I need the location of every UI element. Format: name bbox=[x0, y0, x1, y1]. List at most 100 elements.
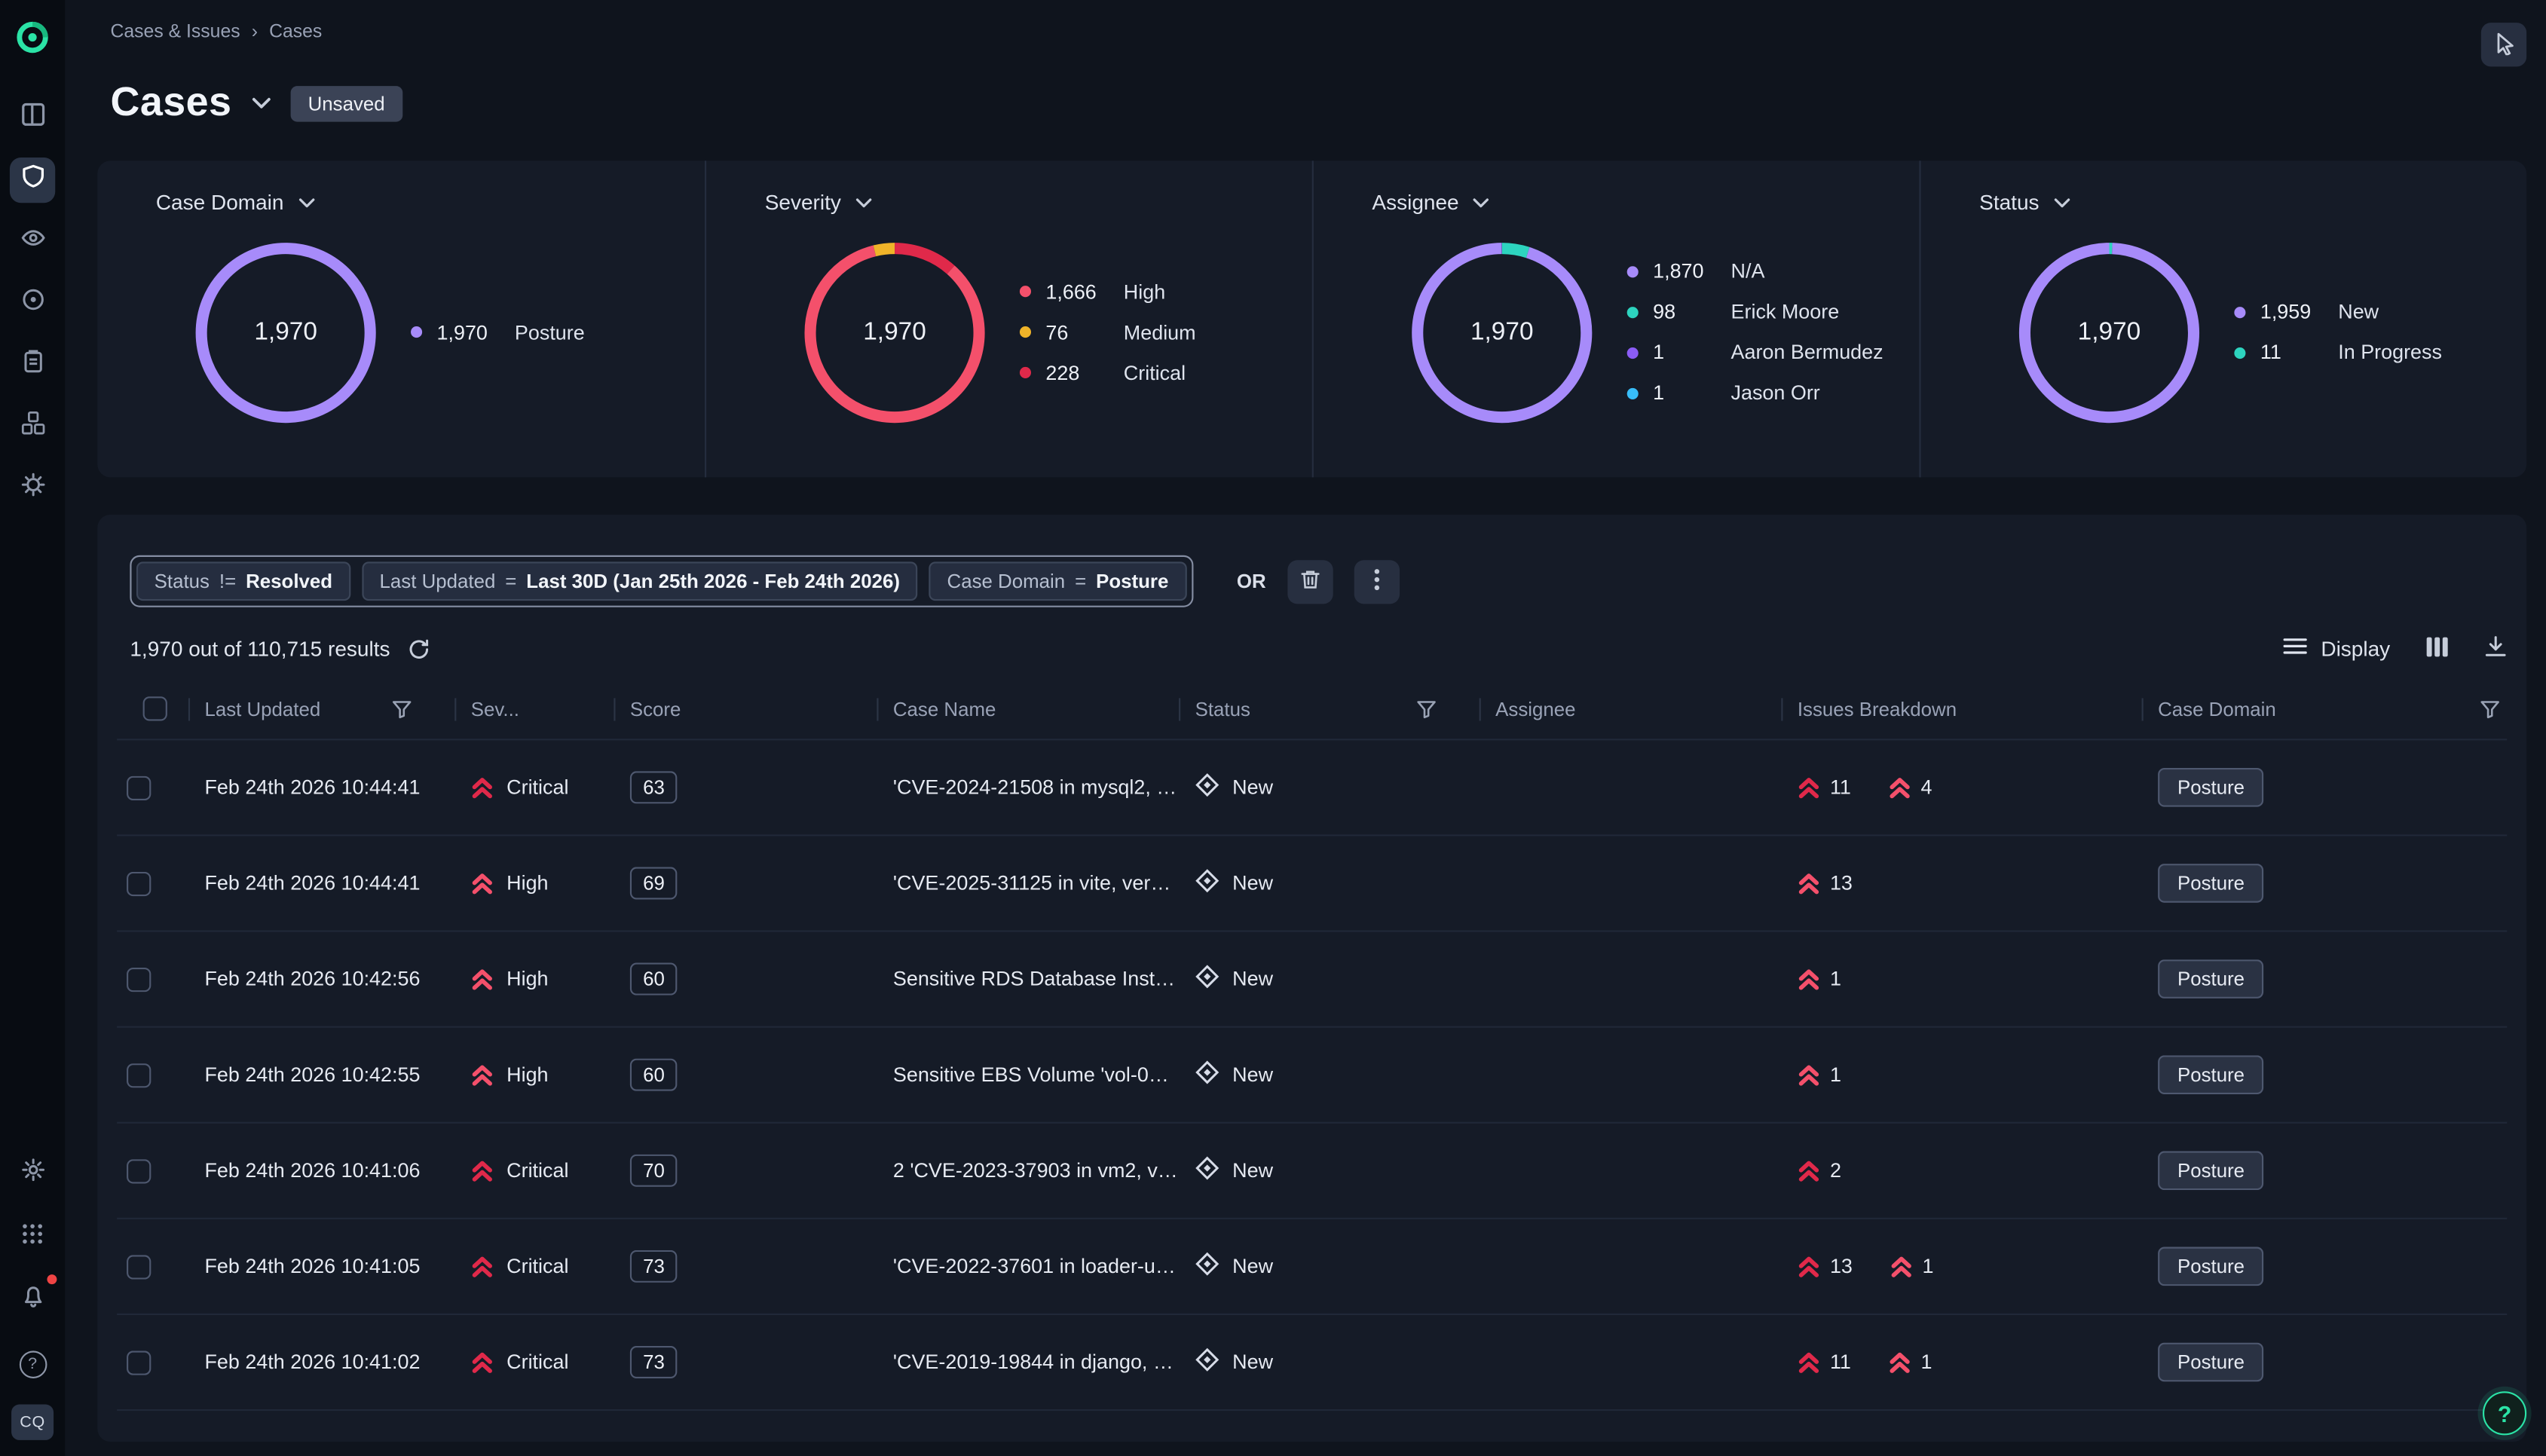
row-checkbox[interactable] bbox=[127, 1158, 151, 1182]
select-all-cell bbox=[117, 679, 188, 739]
brand-logo-icon[interactable] bbox=[14, 20, 50, 63]
column-header-case-domain[interactable]: Case Domain bbox=[2142, 679, 2508, 739]
breadcrumb-separator: › bbox=[252, 23, 258, 42]
delete-filter-button[interactable] bbox=[1287, 559, 1333, 603]
legend-label: High bbox=[1124, 280, 1165, 303]
chart-legend: 1,666High76Medium228Critical bbox=[1020, 280, 1196, 384]
column-header-case-name[interactable]: Case Name bbox=[877, 679, 1179, 739]
chevron-down-icon[interactable] bbox=[298, 197, 315, 207]
cell-case-domain: Posture bbox=[2142, 1055, 2508, 1094]
table-row[interactable]: Feb 24th 2026 10:42:56High60Sensitive RD… bbox=[117, 932, 2507, 1028]
table-row[interactable]: Feb 24th 2026 10:44:41Critical63'CVE-202… bbox=[117, 740, 2507, 836]
select-all-checkbox[interactable] bbox=[143, 696, 167, 720]
cell-issues-breakdown: 13 bbox=[1781, 872, 2141, 895]
issue-count-value: 11 bbox=[1830, 776, 1851, 799]
refresh-icon[interactable] bbox=[408, 638, 430, 660]
sidebar-item-cases[interactable] bbox=[10, 158, 55, 203]
cell-status: New bbox=[1179, 965, 1480, 994]
column-header-sev[interactable]: Sev... bbox=[454, 679, 614, 739]
sidebar-item-threats[interactable] bbox=[10, 466, 55, 511]
row-checkbox[interactable] bbox=[127, 1254, 151, 1278]
cell-case-domain: Posture bbox=[2142, 1247, 2508, 1286]
case-name-link[interactable]: 'CVE-2019-19844 in django, … bbox=[893, 1350, 1174, 1373]
sidebar-item-inventory[interactable] bbox=[10, 404, 55, 449]
filter-chip-status[interactable]: Status!=Resolved bbox=[136, 561, 350, 601]
table-row[interactable]: Feb 24th 2026 10:41:06Critical702 'CVE-2… bbox=[117, 1124, 2507, 1219]
column-header-last-updated[interactable]: Last Updated bbox=[188, 679, 454, 739]
issue-count-high: 1 bbox=[1888, 1350, 1932, 1373]
cell-case-domain: Posture bbox=[2142, 864, 2508, 903]
case-name-link[interactable]: 'CVE-2022-37601 in loader-u… bbox=[893, 1255, 1176, 1277]
table-row[interactable]: Feb 24th 2026 10:41:05Critical73'CVE-202… bbox=[117, 1219, 2507, 1315]
pointer-tool-button[interactable] bbox=[2481, 23, 2526, 66]
settings-button[interactable] bbox=[10, 1151, 55, 1196]
row-checkbox[interactable] bbox=[127, 1063, 151, 1087]
column-header-status[interactable]: Status bbox=[1179, 679, 1480, 739]
apps-button[interactable] bbox=[10, 1214, 55, 1259]
columns-button[interactable] bbox=[2426, 635, 2449, 661]
case-name-link[interactable]: Sensitive RDS Database Insta… bbox=[893, 968, 1179, 990]
filter-more-options-button[interactable] bbox=[1354, 559, 1399, 603]
chart-body: 1,9701,666High76Medium228Critical bbox=[765, 214, 1312, 449]
download-button[interactable] bbox=[2484, 635, 2507, 662]
chart-header-severity[interactable]: Severity bbox=[765, 190, 1312, 214]
chevron-down-icon[interactable] bbox=[855, 197, 872, 207]
chevron-down-icon[interactable] bbox=[1473, 197, 1490, 207]
table-row[interactable]: Feb 24th 2026 10:41:02Critical73'CVE-201… bbox=[117, 1315, 2507, 1411]
chevron-down-icon[interactable] bbox=[2054, 197, 2070, 207]
chart-header-case-domain[interactable]: Case Domain bbox=[156, 190, 705, 214]
help-button[interactable]: ? bbox=[2483, 1391, 2526, 1435]
legend-dot bbox=[1627, 265, 1639, 277]
app-root: ? CQ Cases & Issues › Cases Cases Unsave… bbox=[0, 0, 2546, 1456]
table-row[interactable]: Feb 24th 2026 10:44:41High69'CVE-2025-31… bbox=[117, 836, 2507, 931]
filter-icon[interactable] bbox=[1416, 699, 1437, 718]
display-button[interactable]: Display bbox=[2284, 637, 2390, 661]
column-header-assignee[interactable]: Assignee bbox=[1480, 679, 1782, 739]
notifications-button[interactable] bbox=[10, 1277, 55, 1323]
filter-icon[interactable] bbox=[391, 699, 412, 718]
chart-header-status[interactable]: Status bbox=[1979, 190, 2526, 214]
legend-count: 98 bbox=[1653, 301, 1730, 323]
table-row[interactable]: Feb 24th 2026 10:42:55High60Sensitive EB… bbox=[117, 1028, 2507, 1124]
row-checkbox[interactable] bbox=[127, 1350, 151, 1374]
cell-score: 70 bbox=[614, 1155, 877, 1187]
title-chevron-down-icon[interactable] bbox=[251, 97, 271, 109]
chart-body: 1,9701,970Posture bbox=[156, 214, 705, 449]
row-checkbox[interactable] bbox=[127, 871, 151, 895]
column-header-issues-breakdown[interactable]: Issues Breakdown bbox=[1781, 679, 2141, 739]
cell-status: New bbox=[1179, 869, 1480, 898]
sidebar-item-dashboard[interactable] bbox=[10, 96, 55, 141]
status-new-icon bbox=[1195, 1347, 1219, 1377]
legend-label: Medium bbox=[1124, 320, 1196, 343]
legend-dot bbox=[2234, 306, 2245, 317]
chart-legend: 1,959New11In Progress bbox=[2234, 301, 2442, 364]
user-avatar[interactable]: CQ bbox=[11, 1405, 54, 1440]
help-menu-button[interactable]: ? bbox=[10, 1341, 55, 1386]
filter-value: Posture bbox=[1096, 570, 1168, 592]
filter-chip-last-updated[interactable]: Last Updated=Last 30D (Jan 25th 2026 - F… bbox=[362, 561, 918, 601]
sidebar-item-visibility[interactable] bbox=[10, 219, 55, 265]
column-label: Score bbox=[630, 697, 681, 720]
row-select-cell bbox=[117, 1350, 188, 1374]
trash-icon bbox=[1299, 567, 1321, 595]
filter-icon[interactable] bbox=[2480, 699, 2501, 718]
case-name-link[interactable]: 2 'CVE-2023-37903 in vm2, v… bbox=[893, 1159, 1178, 1182]
sidebar-item-detections[interactable] bbox=[10, 281, 55, 326]
cell-issues-breakdown: 111 bbox=[1781, 1350, 2141, 1373]
row-checkbox[interactable] bbox=[127, 775, 151, 800]
chart-header-assignee[interactable]: Assignee bbox=[1372, 190, 1919, 214]
case-name-link[interactable]: Sensitive EBS Volume 'vol-05… bbox=[893, 1063, 1179, 1086]
sidebar-item-compliance[interactable] bbox=[10, 343, 55, 388]
virus-icon bbox=[20, 473, 44, 505]
issue-count-value: 1 bbox=[1923, 1255, 1934, 1277]
filter-chip-case-domain[interactable]: Case Domain=Posture bbox=[929, 561, 1186, 601]
issue-count-high: 1 bbox=[1798, 1063, 1841, 1086]
breadcrumb-link-cases-issues[interactable]: Cases & Issues bbox=[110, 23, 240, 42]
breadcrumb-current[interactable]: Cases bbox=[269, 23, 322, 42]
legend-count: 11 bbox=[2260, 341, 2338, 363]
case-name-link[interactable]: 'CVE-2024-21508 in mysql2, … bbox=[893, 776, 1177, 799]
row-checkbox[interactable] bbox=[127, 967, 151, 991]
case-name-link[interactable]: 'CVE-2025-31125 in vite, vers… bbox=[893, 872, 1179, 895]
column-header-score[interactable]: Score bbox=[614, 679, 877, 739]
cell-issues-breakdown: 1 bbox=[1781, 1063, 2141, 1086]
